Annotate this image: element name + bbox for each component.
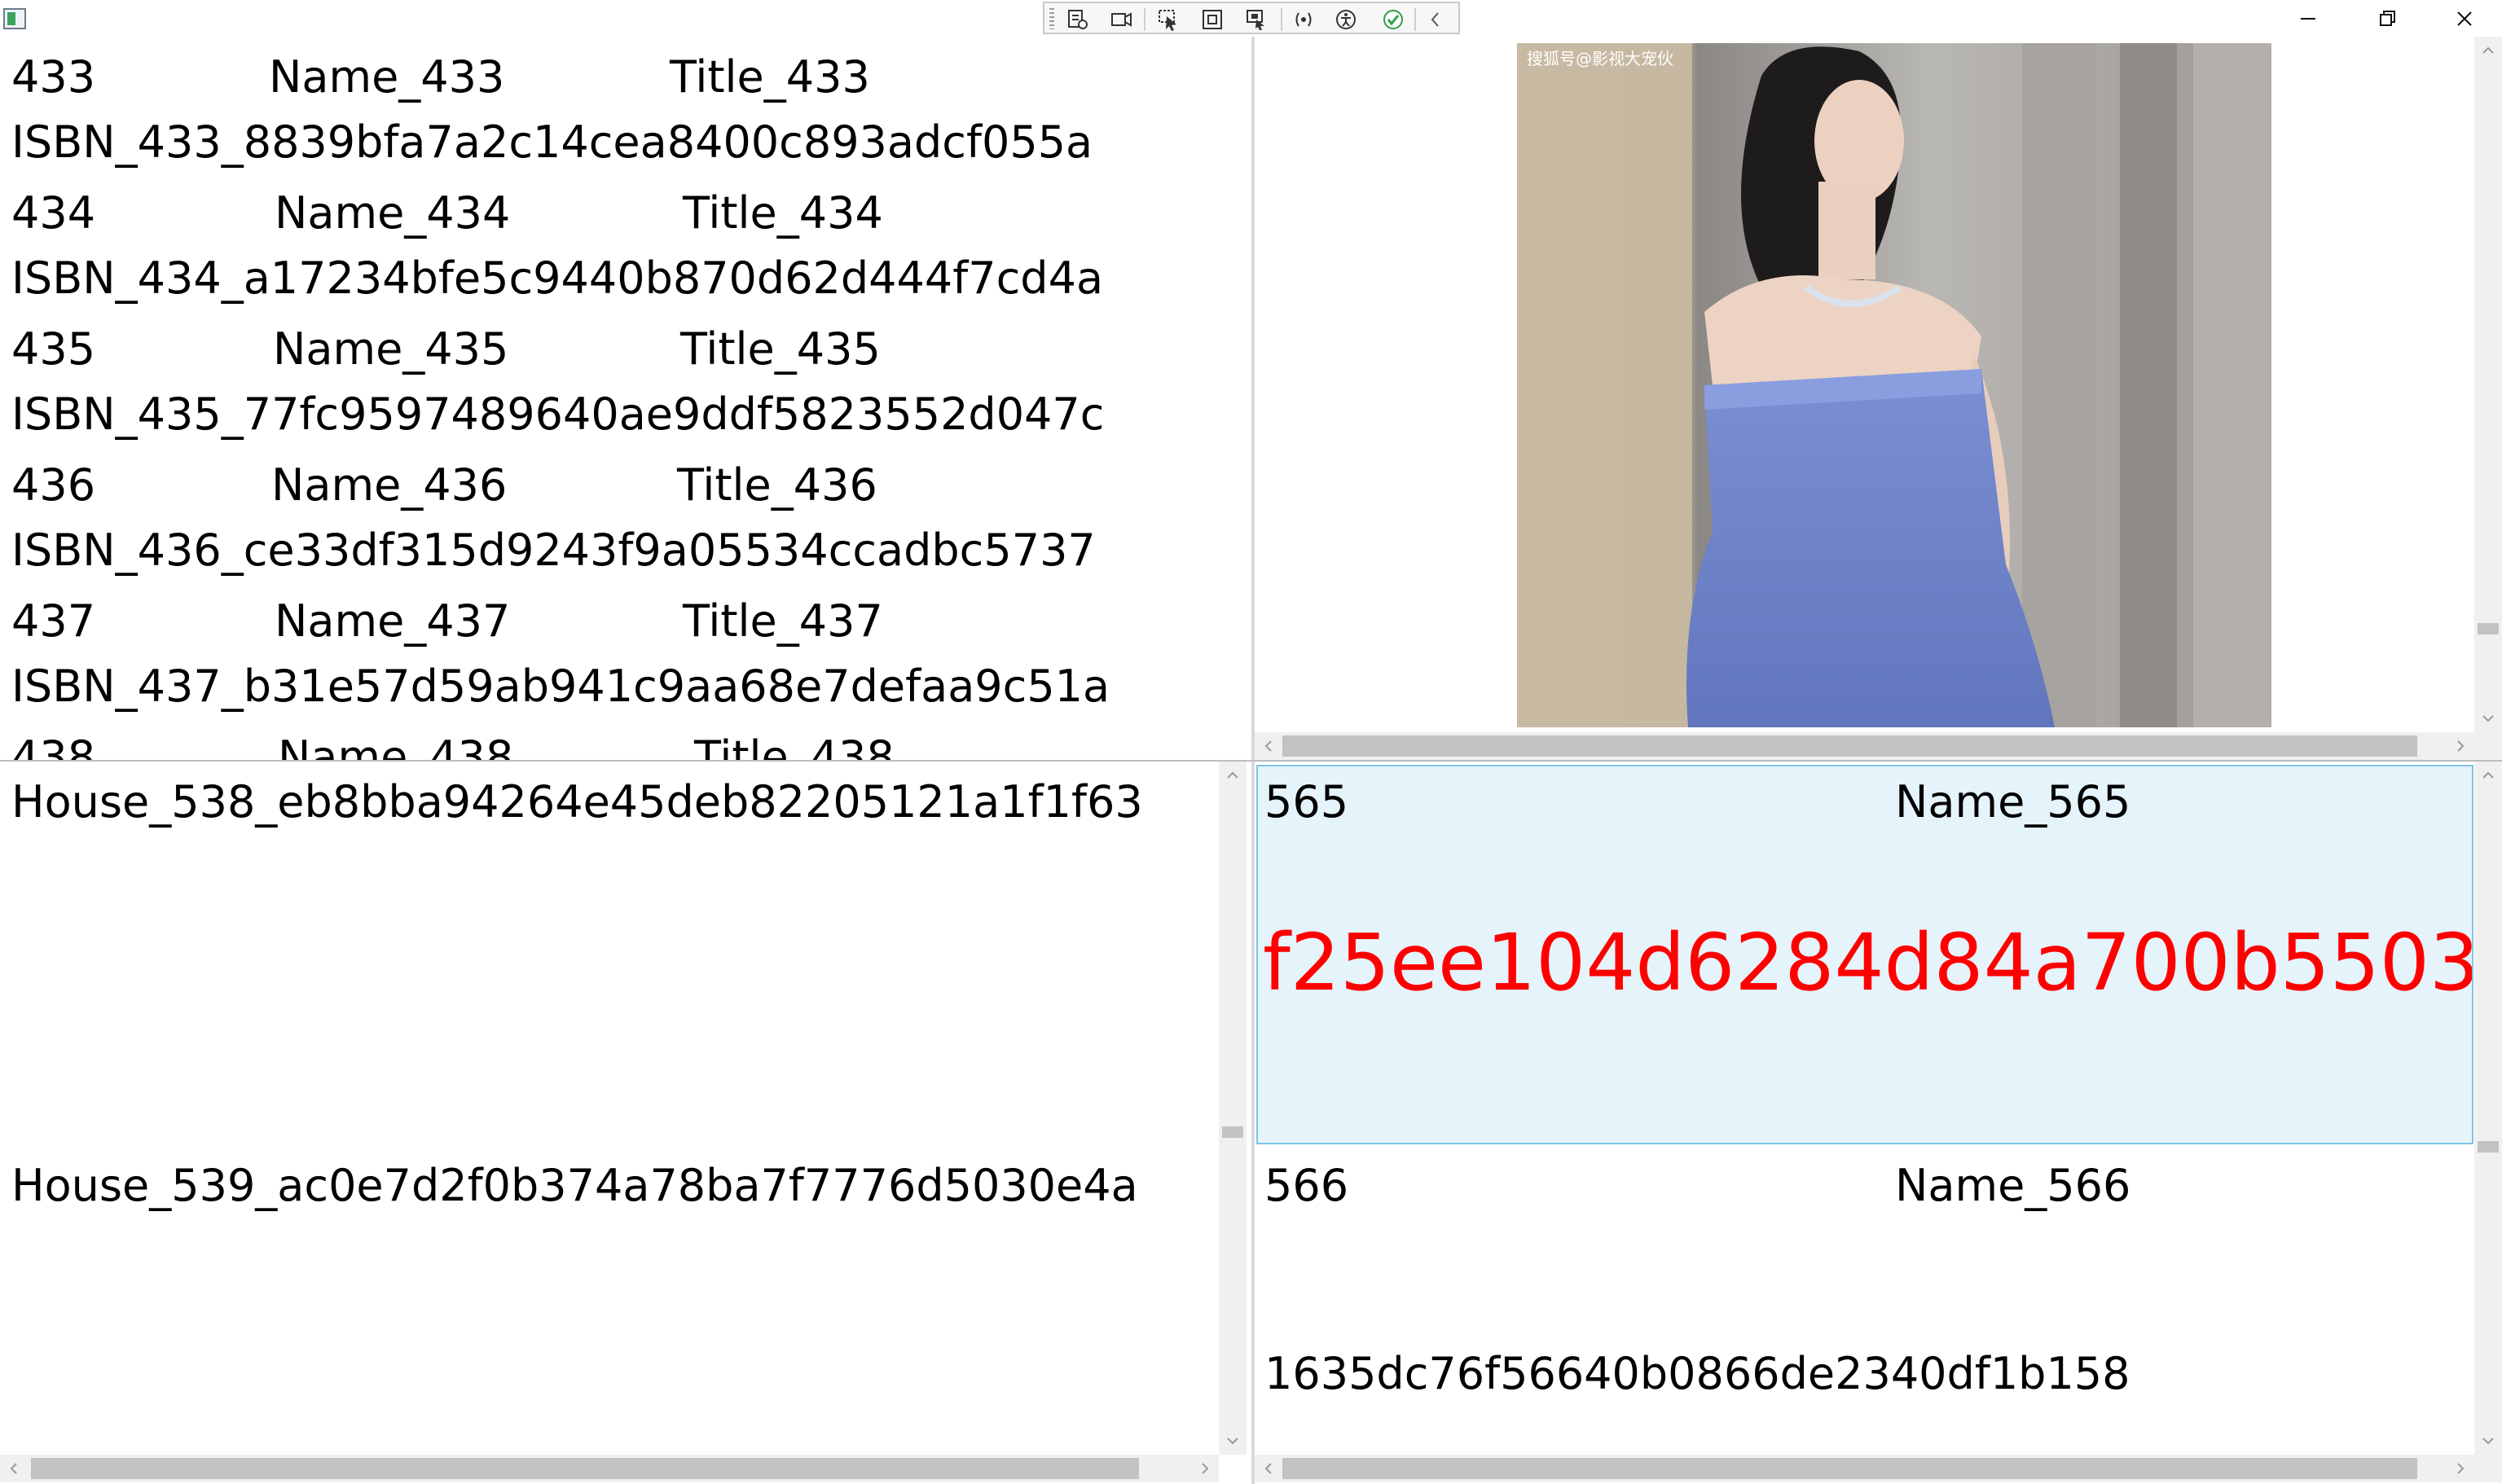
photo-watermark: 搜狐号@影视大宠伙 <box>1527 49 1673 68</box>
close-icon <box>2457 11 2472 26</box>
book-id: 434 <box>11 187 96 239</box>
book-list-pane[interactable]: 433 Name_433 Title_433 ISBN_433_8839bfa7… <box>0 37 1251 760</box>
scroll-up-arrow-icon[interactable] <box>2474 37 2502 64</box>
debug-toolbar <box>1043 2 1460 34</box>
book-isbn: ISBN_435_77fc9597489640ae9ddf5823552d047… <box>11 389 1105 440</box>
record-hash-highlighted: f25ee104d6284d84a700b550395f3 <box>1263 918 2472 1008</box>
book-title: Title_438 <box>694 731 895 761</box>
video-record-icon[interactable] <box>1110 8 1132 31</box>
book-name: Name_433 <box>269 51 505 103</box>
scrollbar-thumb[interactable] <box>1282 735 2417 757</box>
book-name: Name_437 <box>275 595 511 647</box>
restore-button[interactable] <box>2350 0 2425 37</box>
checkmark-icon[interactable] <box>1382 8 1405 31</box>
book-name: Name_435 <box>273 323 509 375</box>
binding-failures-icon[interactable] <box>1292 8 1315 31</box>
app-icon <box>3 8 26 29</box>
track-focus-icon[interactable] <box>1245 8 1268 31</box>
book-title: Title_434 <box>683 187 883 239</box>
scroll-left-arrow-icon[interactable] <box>0 1455 28 1482</box>
list-item[interactable]: House_539_ac0e7d2f0b374a78ba7f7776d5030e… <box>11 1161 1138 1210</box>
minimize-button[interactable] <box>2271 0 2346 37</box>
record-list-pane[interactable]: 565 Name_565 f25ee104d6284d84a700b550395… <box>1255 762 2502 1484</box>
scroll-left-arrow-icon[interactable] <box>1255 732 1282 760</box>
toolbar-separator <box>1414 8 1416 31</box>
record-id: 565 <box>1264 776 1349 828</box>
minimize-icon <box>2301 18 2315 20</box>
scroll-down-arrow-icon[interactable] <box>2474 1427 2502 1455</box>
book-isbn: ISBN_436_ce33df315d9243f9a05534ccadbc573… <box>11 525 1096 576</box>
close-button[interactable] <box>2427 0 2502 37</box>
scroll-down-arrow-icon[interactable] <box>1219 1427 1247 1455</box>
scrollbar-thumb[interactable] <box>2478 623 2499 634</box>
book-title: Title_435 <box>680 323 881 375</box>
accessibility-icon[interactable] <box>1335 8 1357 31</box>
toolbar-grip[interactable] <box>1049 8 1054 29</box>
book-id: 435 <box>11 323 96 375</box>
scroll-right-arrow-icon[interactable] <box>2447 732 2474 760</box>
book-id: 437 <box>11 595 96 647</box>
scroll-down-arrow-icon[interactable] <box>2474 705 2502 732</box>
vertical-scrollbar[interactable] <box>2474 762 2502 1455</box>
scroll-right-arrow-icon[interactable] <box>1191 1455 1219 1482</box>
record-hash: 1635dc76f56640b0866de2340df1b158 <box>1264 1348 2130 1399</box>
scroll-right-arrow-icon[interactable] <box>2447 1455 2474 1482</box>
title-bar <box>0 0 2502 38</box>
book-id: 436 <box>11 459 96 511</box>
horizontal-scrollbar[interactable] <box>1255 1455 2502 1482</box>
portrait-photo: 搜狐号@影视大宠伙 <box>1517 43 2271 727</box>
image-viewer-pane[interactable]: 搜狐号@影视大宠伙 <box>1255 37 2502 760</box>
book-title: Title_433 <box>670 51 870 103</box>
vertical-scrollbar[interactable] <box>1219 762 1247 1455</box>
scrollbar-thumb[interactable] <box>1282 1458 2417 1479</box>
horizontal-scrollbar[interactable] <box>0 1455 1219 1482</box>
vertical-scrollbar[interactable] <box>2474 37 2502 732</box>
restore-icon <box>2380 11 2395 26</box>
display-layout-icon[interactable] <box>1201 8 1224 31</box>
scrollbar-thumb[interactable] <box>31 1458 1139 1479</box>
book-isbn: ISBN_437_b31e57d59ab941c9aa68e7defaa9c51… <box>11 661 1110 712</box>
book-id: 433 <box>11 51 96 103</box>
scrollbar-thumb[interactable] <box>1222 1126 1243 1138</box>
book-isbn: ISBN_434_a17234bfe5c9440b870d62d444f7cd4… <box>11 252 1104 304</box>
select-element-icon[interactable] <box>1157 8 1180 31</box>
list-item[interactable]: House_538_eb8bba94264e45deb82205121a1f1f… <box>11 778 1143 827</box>
record-name: Name_565 <box>1895 776 2131 828</box>
book-name: Name_438 <box>278 731 514 761</box>
book-title: Title_436 <box>677 459 877 511</box>
book-id: 438 <box>11 731 96 761</box>
record-name: Name_566 <box>1895 1160 2131 1211</box>
record-id: 566 <box>1264 1160 1349 1211</box>
toolbar-separator <box>1144 8 1145 31</box>
scroll-up-arrow-icon[interactable] <box>1219 762 1247 789</box>
scrollbar-thumb[interactable] <box>2478 1141 2499 1153</box>
house-list-pane[interactable]: House_538_eb8bba94264e45deb82205121a1f1f… <box>0 762 1251 1484</box>
book-isbn: ISBN_433_8839bfa7a2c14cea8400c893adcf055… <box>11 116 1093 168</box>
horizontal-scrollbar[interactable] <box>1255 732 2502 760</box>
live-tree-icon[interactable] <box>1066 8 1088 31</box>
book-name: Name_434 <box>275 187 511 239</box>
scroll-up-arrow-icon[interactable] <box>2474 762 2502 789</box>
scroll-left-arrow-icon[interactable] <box>1255 1455 1282 1482</box>
book-name: Name_436 <box>271 459 508 511</box>
collapse-chevron-icon[interactable] <box>1424 8 1447 31</box>
book-title: Title_437 <box>683 595 883 647</box>
toolbar-separator <box>1281 8 1282 31</box>
